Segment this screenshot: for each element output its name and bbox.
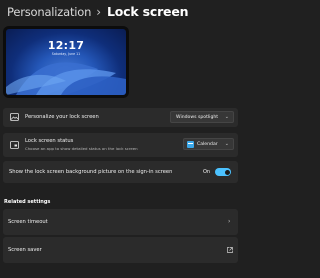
screen-timeout-row[interactable]: Screen timeout › — [3, 209, 238, 235]
lock-screen-status-card: Lock screen status Choose an app to show… — [3, 133, 238, 157]
signin-background-toggle-label: On — [203, 169, 211, 175]
lock-screen-preview: 12:17 Saturday, June 11 — [3, 26, 129, 98]
lock-screen-background-value: Windows spotlight — [176, 114, 219, 120]
lock-screen-status-description: Choose an app to show detailed status on… — [25, 146, 138, 151]
chevron-down-icon: ⌄ — [224, 141, 229, 147]
chevron-down-icon: ⌄ — [224, 114, 229, 120]
preview-wallpaper: 12:17 Saturday, June 11 — [6, 29, 126, 95]
preview-date: Saturday, June 11 — [51, 52, 81, 56]
lock-screen-status-label: Lock screen status — [25, 138, 74, 144]
related-settings-heading: Related settings — [4, 199, 51, 205]
preview-time: 12:17 — [47, 39, 85, 52]
breadcrumb: Personalization › Lock screen — [7, 4, 189, 19]
image-icon — [10, 113, 19, 121]
lock-screen-status-dropdown[interactable]: Calendar ⌄ — [183, 138, 234, 150]
breadcrumb-separator: › — [96, 4, 102, 19]
signin-background-toggle[interactable] — [215, 168, 231, 176]
lock-screen-status-value: Calendar — [197, 141, 218, 147]
page-title: Lock screen — [107, 4, 189, 19]
toggle-knob — [224, 169, 230, 175]
screen-saver-row[interactable]: Screen saver — [3, 237, 238, 263]
signin-background-label: Show the lock screen background picture … — [9, 169, 173, 175]
chevron-right-icon: › — [228, 218, 231, 225]
lock-screen-background-dropdown[interactable]: Windows spotlight ⌄ — [170, 111, 234, 123]
calendar-icon — [187, 140, 194, 148]
breadcrumb-personalization[interactable]: Personalization — [7, 5, 91, 19]
status-card-icon — [10, 141, 19, 149]
screen-saver-label: Screen saver — [8, 247, 42, 253]
personalize-lock-screen-card: Personalize your lock screen Windows spo… — [3, 108, 238, 127]
open-external-icon — [227, 247, 233, 253]
personalize-lock-screen-label: Personalize your lock screen — [25, 114, 99, 120]
screen-timeout-label: Screen timeout — [8, 219, 48, 225]
